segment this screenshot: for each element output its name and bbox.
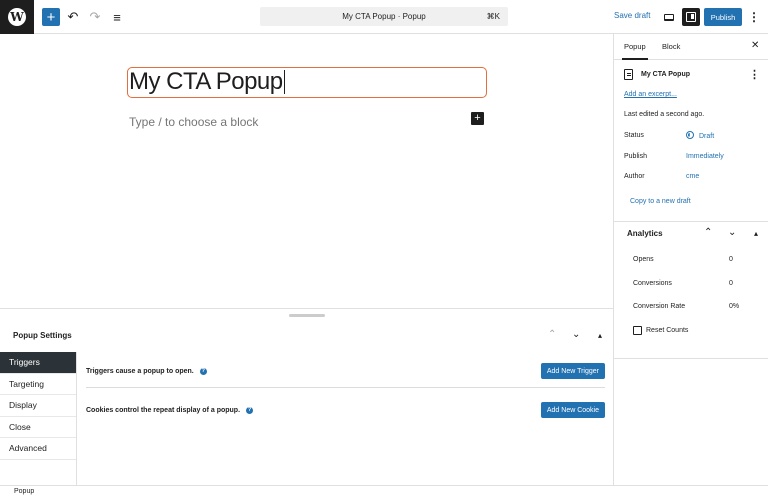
tab-advanced[interactable]: Advanced bbox=[0, 438, 76, 460]
last-edited-text: Last edited a second ago. bbox=[624, 111, 705, 118]
editor-footer: Popup bbox=[0, 485, 768, 498]
status-label: Status bbox=[624, 132, 644, 139]
triggers-description: Triggers cause a popup to open. ? bbox=[86, 367, 207, 375]
settings-sidebar: Popup Block ✕ My CTA Popup ⋮ Add an exce… bbox=[613, 34, 768, 485]
list-view-icon: ≡ bbox=[113, 9, 121, 25]
analytics-move-up-button[interactable]: ⌃ bbox=[704, 227, 712, 238]
settings-divider bbox=[86, 387, 605, 388]
text-caret bbox=[283, 70, 285, 94]
draft-status-icon bbox=[686, 131, 694, 139]
chevron-up-icon: ⌃ bbox=[548, 329, 557, 340]
tab-close[interactable]: Close bbox=[0, 416, 76, 438]
sidebar-tabs: Popup Block ✕ bbox=[614, 34, 768, 60]
document-card-title: My CTA Popup bbox=[641, 71, 690, 78]
wordpress-logo-icon: W bbox=[8, 8, 26, 26]
popup-settings-panel: Popup Settings ⌃ ⌄ ▴ Triggers Targeting … bbox=[0, 308, 613, 486]
publish-date-button[interactable]: Immediately bbox=[686, 153, 724, 160]
reset-counts-label[interactable]: Reset Counts bbox=[646, 327, 688, 334]
conversion-rate-value: 0% bbox=[729, 303, 740, 310]
analytics-collapse-button[interactable]: ▴ bbox=[754, 229, 758, 238]
cookies-description: Cookies control the repeat display of a … bbox=[86, 406, 254, 414]
plus-icon: + bbox=[46, 8, 56, 26]
popup-settings-tabs: Triggers Targeting Display Close Advance… bbox=[0, 352, 77, 486]
panel-resize-handle[interactable] bbox=[289, 314, 325, 317]
caret-up-icon: ▴ bbox=[754, 229, 759, 238]
opens-label: Opens bbox=[633, 256, 654, 263]
command-palette-bar[interactable]: My CTA Popup · Popup ⌘K bbox=[260, 7, 508, 26]
chevron-down-icon: ⌄ bbox=[572, 329, 581, 340]
block-appender-placeholder[interactable]: Type / to choose a block bbox=[129, 115, 258, 129]
conversions-label: Conversions bbox=[633, 280, 672, 287]
command-shortcut-hint: ⌘K bbox=[486, 12, 500, 21]
undo-button[interactable]: ↶ bbox=[64, 8, 82, 26]
move-up-button[interactable]: ⌃ bbox=[548, 329, 556, 340]
save-draft-button[interactable]: Save draft bbox=[614, 11, 650, 20]
post-title-field[interactable]: My CTA Popup bbox=[127, 67, 487, 98]
plus-icon: + bbox=[474, 112, 481, 124]
editor-canvas: My CTA Popup Type / to choose a block + bbox=[0, 34, 613, 317]
conversion-rate-label: Conversion Rate bbox=[633, 303, 686, 310]
popup-settings-title: Popup Settings bbox=[13, 331, 72, 340]
redo-icon: ↷ bbox=[89, 9, 101, 24]
analytics-title: Analytics bbox=[627, 229, 663, 238]
add-excerpt-link[interactable]: Add an excerpt... bbox=[624, 91, 677, 98]
chevron-down-icon: ⌄ bbox=[728, 227, 737, 238]
author-label: Author bbox=[624, 173, 645, 180]
tabs-column-filler bbox=[0, 458, 77, 486]
reset-counts-checkbox[interactable] bbox=[633, 326, 642, 335]
move-down-button[interactable]: ⌄ bbox=[572, 329, 580, 340]
wordpress-logo-button[interactable]: W bbox=[0, 0, 34, 34]
undo-icon: ↶ bbox=[67, 9, 79, 24]
desktop-view-icon bbox=[664, 13, 674, 21]
collapse-panel-button[interactable]: ▴ bbox=[598, 331, 602, 340]
kebab-menu-icon: ⋮ bbox=[749, 69, 760, 81]
editor-top-toolbar: W + ↶ ↷ ≡ My CTA Popup · Popup ⌘K Save d… bbox=[0, 0, 768, 34]
publish-button[interactable]: Publish bbox=[704, 8, 742, 26]
preview-button[interactable] bbox=[661, 9, 677, 25]
copy-to-new-draft-link[interactable]: Copy to a new draft bbox=[630, 198, 691, 205]
post-title-text[interactable]: My CTA Popup bbox=[129, 70, 285, 94]
analytics-move-down-button[interactable]: ⌄ bbox=[728, 227, 736, 238]
document-icon bbox=[624, 69, 633, 80]
options-menu-button[interactable]: ⋮ bbox=[748, 8, 760, 26]
caret-up-icon: ▴ bbox=[598, 331, 603, 340]
tab-triggers[interactable]: Triggers bbox=[0, 352, 76, 374]
help-icon[interactable]: ? bbox=[199, 367, 207, 375]
help-icon[interactable]: ? bbox=[246, 406, 254, 414]
conversions-value: 0 bbox=[729, 280, 733, 287]
chevron-up-icon: ⌃ bbox=[704, 227, 713, 238]
close-sidebar-button[interactable]: ✕ bbox=[751, 40, 759, 51]
add-new-cookie-button[interactable]: Add New Cookie bbox=[540, 402, 605, 418]
tab-block[interactable]: Block bbox=[662, 42, 680, 51]
settings-sidebar-toggle[interactable] bbox=[682, 8, 700, 26]
list-view-button[interactable]: ≡ bbox=[108, 8, 126, 26]
close-icon: ✕ bbox=[751, 40, 760, 51]
add-new-trigger-button[interactable]: Add New Trigger bbox=[540, 363, 605, 379]
tab-display[interactable]: Display bbox=[0, 395, 76, 417]
block-breadcrumb[interactable]: Popup bbox=[14, 488, 34, 495]
tab-popup[interactable]: Popup bbox=[622, 42, 648, 60]
redo-button[interactable]: ↷ bbox=[86, 8, 104, 26]
sidebar-divider bbox=[614, 358, 768, 359]
triggers-row: Triggers cause a popup to open. ? Add Ne… bbox=[86, 363, 605, 379]
inline-add-block-button[interactable]: + bbox=[471, 112, 484, 125]
status-value-button[interactable]: Draft bbox=[686, 131, 714, 140]
document-actions-button[interactable]: ⋮ bbox=[749, 68, 760, 81]
author-button[interactable]: cme bbox=[686, 173, 699, 180]
cookies-row: Cookies control the repeat display of a … bbox=[86, 402, 605, 418]
sidebar-divider bbox=[614, 221, 768, 222]
kebab-menu-icon: ⋮ bbox=[748, 10, 760, 24]
opens-value: 0 bbox=[729, 256, 733, 263]
add-block-button[interactable]: + bbox=[42, 8, 60, 26]
document-title: My CTA Popup · Popup bbox=[342, 12, 426, 21]
tab-targeting[interactable]: Targeting bbox=[0, 373, 76, 395]
sidebar-panel-icon bbox=[686, 12, 696, 22]
publish-label: Publish bbox=[624, 153, 647, 160]
